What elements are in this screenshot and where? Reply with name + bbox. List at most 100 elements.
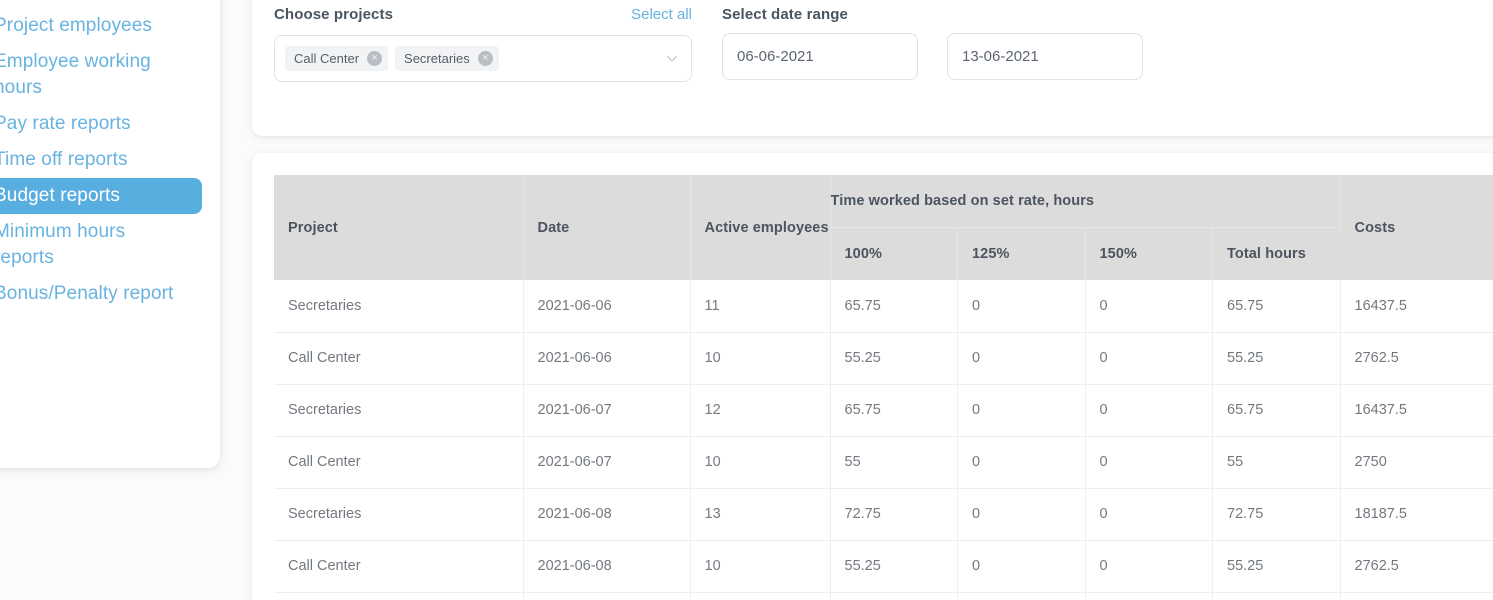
cell-active-employees: 10 [690,436,831,489]
cell-active-employees: 13 [690,488,831,541]
cell-active-employees: 12 [690,384,831,437]
cell-project [274,592,524,600]
cell-active-employees: 11 [690,280,831,333]
cell-costs: 2762.5 [1340,332,1493,385]
filters-panel: Choose projects Select all Call Center ×… [252,0,1493,136]
cell-active-employees [690,592,831,600]
cell-rate-150: 0 [1085,540,1213,593]
cell-date: 2021-06-06 [523,332,691,385]
cell-rate-150: 0 [1085,436,1213,489]
column-header-total-hours[interactable]: Total hours [1212,227,1340,280]
sidebar-item-budget-reports[interactable]: Budget reports [0,178,202,214]
budget-report-table: Project Date Active employees Time worke… [274,175,1493,600]
start-date-input[interactable]: 06-06-2021 [722,33,918,80]
chip-remove-icon[interactable]: × [367,51,383,66]
cell-costs [1340,592,1493,600]
filters-row: Choose projects Select all Call Center ×… [274,6,1493,82]
column-header-rate-150[interactable]: 150% [1085,227,1213,280]
cell-costs: 16437.5 [1340,384,1493,437]
cell-active-employees: 10 [690,540,831,593]
table-row[interactable]: Call Center 2021-06-07 10 55 0 0 55 2750 [274,436,1493,489]
column-header-rate-125[interactable]: 125% [957,227,1086,280]
project-chip[interactable]: Secretaries × [395,46,499,71]
cell-active-employees: 10 [690,332,831,385]
sidebar-item-bonus-penalty-report[interactable]: Bonus/Penalty report [0,276,202,312]
cell-costs: 2762.5 [1340,540,1493,593]
cell-total-hours: 72.75 [1212,488,1341,541]
sidebar-item-minimum-hours-reports[interactable]: Minimum hours reports [0,214,202,276]
cell-project: Call Center [274,540,524,593]
cell-total-hours: 55 [1212,436,1341,489]
table-row[interactable]: Secretaries 2021-06-08 13 72.75 0 0 72.7… [274,488,1493,541]
choose-projects-group: Choose projects Select all Call Center ×… [274,6,692,82]
cell-rate-100: 65.75 [830,384,958,437]
cell-rate-100: 72.75 [830,488,958,541]
table-header-row-top: Project Date Active employees Time worke… [274,175,1493,280]
reports-sidebar: Project employees Employee working hours… [0,0,220,468]
projects-multiselect[interactable]: Call Center × Secretaries × [274,35,692,82]
cell-rate-150: 0 [1085,332,1213,385]
cell-rate-150: 0 [1085,488,1213,541]
column-header-project[interactable]: Project [274,175,524,280]
cell-date: 2021-06-06 [523,280,691,333]
cell-project: Secretaries [274,384,524,437]
cell-rate-150 [1085,592,1213,600]
cell-rate-150: 0 [1085,280,1213,333]
table-row[interactable]: Call Center 2021-06-08 10 55.25 0 0 55.2… [274,540,1493,593]
table-row[interactable]: Secretaries 2021-06-07 12 65.75 0 0 65.7… [274,384,1493,437]
sidebar-item-employee-working-hours[interactable]: Employee working hours [0,44,202,106]
cell-total-hours: 65.75 [1212,384,1341,437]
cell-costs: 16437.5 [1340,280,1493,333]
cell-project: Call Center [274,332,524,385]
column-group-header-time-worked: Time worked based on set rate, hours [830,175,1341,228]
cell-total-hours: 55.25 [1212,332,1341,385]
date-inputs: 06-06-2021 13-06-2021 [722,33,1172,80]
table-head: Project Date Active employees Time worke… [274,175,1493,280]
cell-total-hours: 55.25 [1212,540,1341,593]
cell-rate-125: 0 [957,332,1086,385]
report-table-panel: Project Date Active employees Time worke… [252,153,1493,600]
sidebar-item-time-off-reports[interactable]: Time off reports [0,142,202,178]
cell-date: 2021-06-08 [523,540,691,593]
end-date-input[interactable]: 13-06-2021 [947,33,1143,80]
cell-project: Call Center [274,436,524,489]
date-range-group: Select date range 06-06-2021 13-06-2021 [722,6,1172,80]
table-row[interactable] [274,592,1493,600]
table-row[interactable]: Secretaries 2021-06-06 11 65.75 0 0 65.7… [274,280,1493,333]
cell-total-hours: 65.75 [1212,280,1341,333]
cell-rate-125: 0 [957,436,1086,489]
cell-rate-125: 0 [957,540,1086,593]
cell-project: Secretaries [274,488,524,541]
budget-reports-page: Project employees Employee working hours… [0,0,1493,600]
cell-rate-100: 55.25 [830,540,958,593]
cell-project: Secretaries [274,280,524,333]
table-body: Secretaries 2021-06-06 11 65.75 0 0 65.7… [274,280,1493,600]
sidebar-item-project-employees[interactable]: Project employees [0,8,202,44]
date-range-label: Select date range [722,6,848,23]
cell-rate-100 [830,592,958,600]
cell-rate-150: 0 [1085,384,1213,437]
cell-date: 2021-06-07 [523,436,691,489]
chip-remove-icon[interactable]: × [477,51,493,66]
column-header-active-employees[interactable]: Active employees [690,175,831,280]
column-header-costs[interactable]: Costs [1340,175,1493,280]
select-all-link[interactable]: Select all [631,6,692,23]
project-chip[interactable]: Call Center × [285,46,389,71]
column-header-rate-100[interactable]: 100% [830,227,958,280]
cell-costs: 18187.5 [1340,488,1493,541]
cell-rate-125: 0 [957,280,1086,333]
cell-date: 2021-06-08 [523,488,691,541]
table-row[interactable]: Call Center 2021-06-06 10 55.25 0 0 55.2… [274,332,1493,385]
cell-total-hours [1212,592,1341,600]
sidebar-nav: Project employees Employee working hours… [0,8,220,312]
project-chip-label: Secretaries [404,51,470,66]
cell-date: 2021-06-07 [523,384,691,437]
sidebar-item-pay-rate-reports[interactable]: Pay rate reports [0,106,202,142]
cell-rate-100: 65.75 [830,280,958,333]
cell-costs: 2750 [1340,436,1493,489]
project-chip-label: Call Center [294,51,360,66]
cell-rate-125: 0 [957,384,1086,437]
cell-rate-100: 55 [830,436,958,489]
cell-date [523,592,691,600]
column-header-date[interactable]: Date [523,175,691,280]
